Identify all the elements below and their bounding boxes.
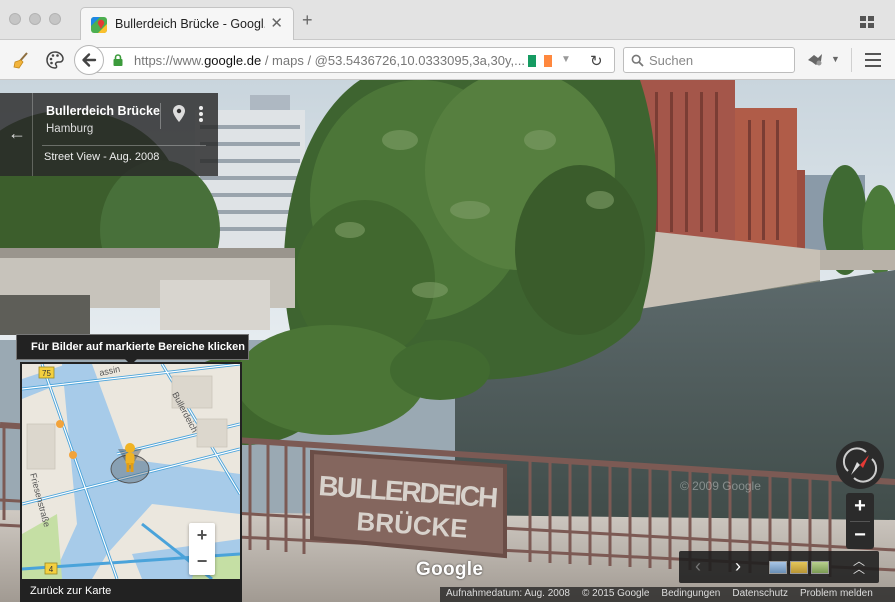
tab-bar: Bullerdeich Brücke - Googl... ✕ + [0, 0, 895, 41]
report-problem-link[interactable]: Problem melden [794, 588, 879, 602]
extension-icon[interactable] [806, 52, 824, 68]
maximize-window-button[interactable] [49, 13, 61, 25]
new-tab-icon[interactable]: + [302, 11, 313, 29]
place-name[interactable]: Bullerdeich Brücke [46, 104, 160, 118]
photo-filmstrip: ‹ › ︿ ︿ [679, 551, 879, 583]
minimap-zoom-control: + − [189, 523, 215, 575]
minimap-zoom-out-button[interactable]: − [189, 549, 215, 575]
info-divider [32, 93, 33, 176]
back-arrow-icon [82, 53, 97, 67]
toolbar-divider [851, 48, 852, 72]
google-maps-favicon-icon [91, 17, 107, 33]
lock-icon [113, 54, 123, 66]
place-city: Hamburg [46, 123, 94, 135]
compass-control[interactable] [836, 441, 884, 489]
url-dropdown-icon[interactable]: ▼ [561, 54, 571, 65]
menu-icon[interactable] [865, 53, 881, 67]
search-icon [631, 54, 644, 67]
capture-date-label: Aufnahmedatum: Aug. 2008 [446, 588, 570, 599]
back-arrow-icon[interactable]: ← [8, 123, 26, 144]
back-button[interactable] [74, 45, 104, 75]
reload-icon[interactable]: ↻ [590, 52, 603, 70]
extension-dropdown-icon[interactable]: ▼ [831, 54, 840, 64]
zoom-control: + − [846, 493, 874, 549]
more-options-icon[interactable] [199, 106, 203, 122]
address-bar[interactable]: https://www.google.de / maps / @53.54367… [88, 47, 615, 73]
filmstrip-next-button[interactable]: › [735, 556, 741, 577]
compass-icon [842, 447, 878, 483]
minimap-tooltip: Für Bilder auf markierte Bereiche klicke… [16, 334, 249, 360]
attribution-bar: Aufnahmedatum: Aug. 2008 © 2015 Google B… [440, 587, 895, 602]
search-field[interactable]: Suchen [623, 47, 795, 73]
navigation-toolbar: https://www.google.de / maps / @53.54367… [0, 40, 895, 80]
image-watermark: © 2009 Google [680, 479, 761, 493]
route-badge-4: 4 [49, 565, 54, 574]
filmstrip-thumbnail[interactable] [769, 561, 787, 574]
route-badge-75: 75 [42, 369, 51, 378]
tab-title: Bullerdeich Brücke - Googl... [115, 17, 265, 31]
info-separator [160, 103, 161, 129]
close-window-button[interactable] [9, 13, 21, 25]
expand-filmstrip-icon[interactable]: ︿ ︿ [853, 555, 865, 575]
tab-close-icon[interactable]: ✕ [270, 14, 283, 32]
back-to-map-button[interactable]: Zurück zur Karte [20, 581, 242, 602]
copyright-label: © 2015 Google [581, 588, 650, 599]
terms-link[interactable]: Bedingungen [655, 588, 726, 602]
url-text[interactable]: https://www.google.de / maps / @53.54367… [134, 53, 524, 68]
filmstrip-prev-button[interactable]: ‹ [695, 556, 701, 577]
broom-icon[interactable] [12, 50, 32, 70]
zoom-out-button[interactable]: − [846, 522, 874, 550]
place-info-card: ← Bullerdeich Brücke Hamburg Street View… [0, 93, 218, 176]
info-separator [42, 145, 206, 146]
tab-google-maps[interactable]: Bullerdeich Brücke - Googl... ✕ [80, 7, 294, 41]
minimap-zoom-in-button[interactable]: + [189, 523, 215, 549]
zoom-in-button[interactable]: + [846, 493, 874, 521]
palette-icon[interactable] [45, 50, 65, 70]
ireland-flag-icon[interactable] [528, 55, 552, 67]
tab-overview-icon[interactable] [860, 16, 874, 28]
map-pin-icon[interactable] [173, 105, 185, 122]
filmstrip-thumbnail[interactable] [811, 561, 829, 574]
google-logo: Google [416, 559, 484, 580]
street-view-panorama[interactable]: BULLERDEICH BRÜCKE © 2009 Google ← Bulle… [0, 80, 895, 602]
search-placeholder: Suchen [649, 53, 694, 68]
privacy-link[interactable]: Datenschutz [726, 588, 794, 602]
filmstrip-thumbnail[interactable] [790, 561, 808, 574]
minimize-window-button[interactable] [29, 13, 41, 25]
capture-date: Street View - Aug. 2008 [44, 151, 160, 163]
